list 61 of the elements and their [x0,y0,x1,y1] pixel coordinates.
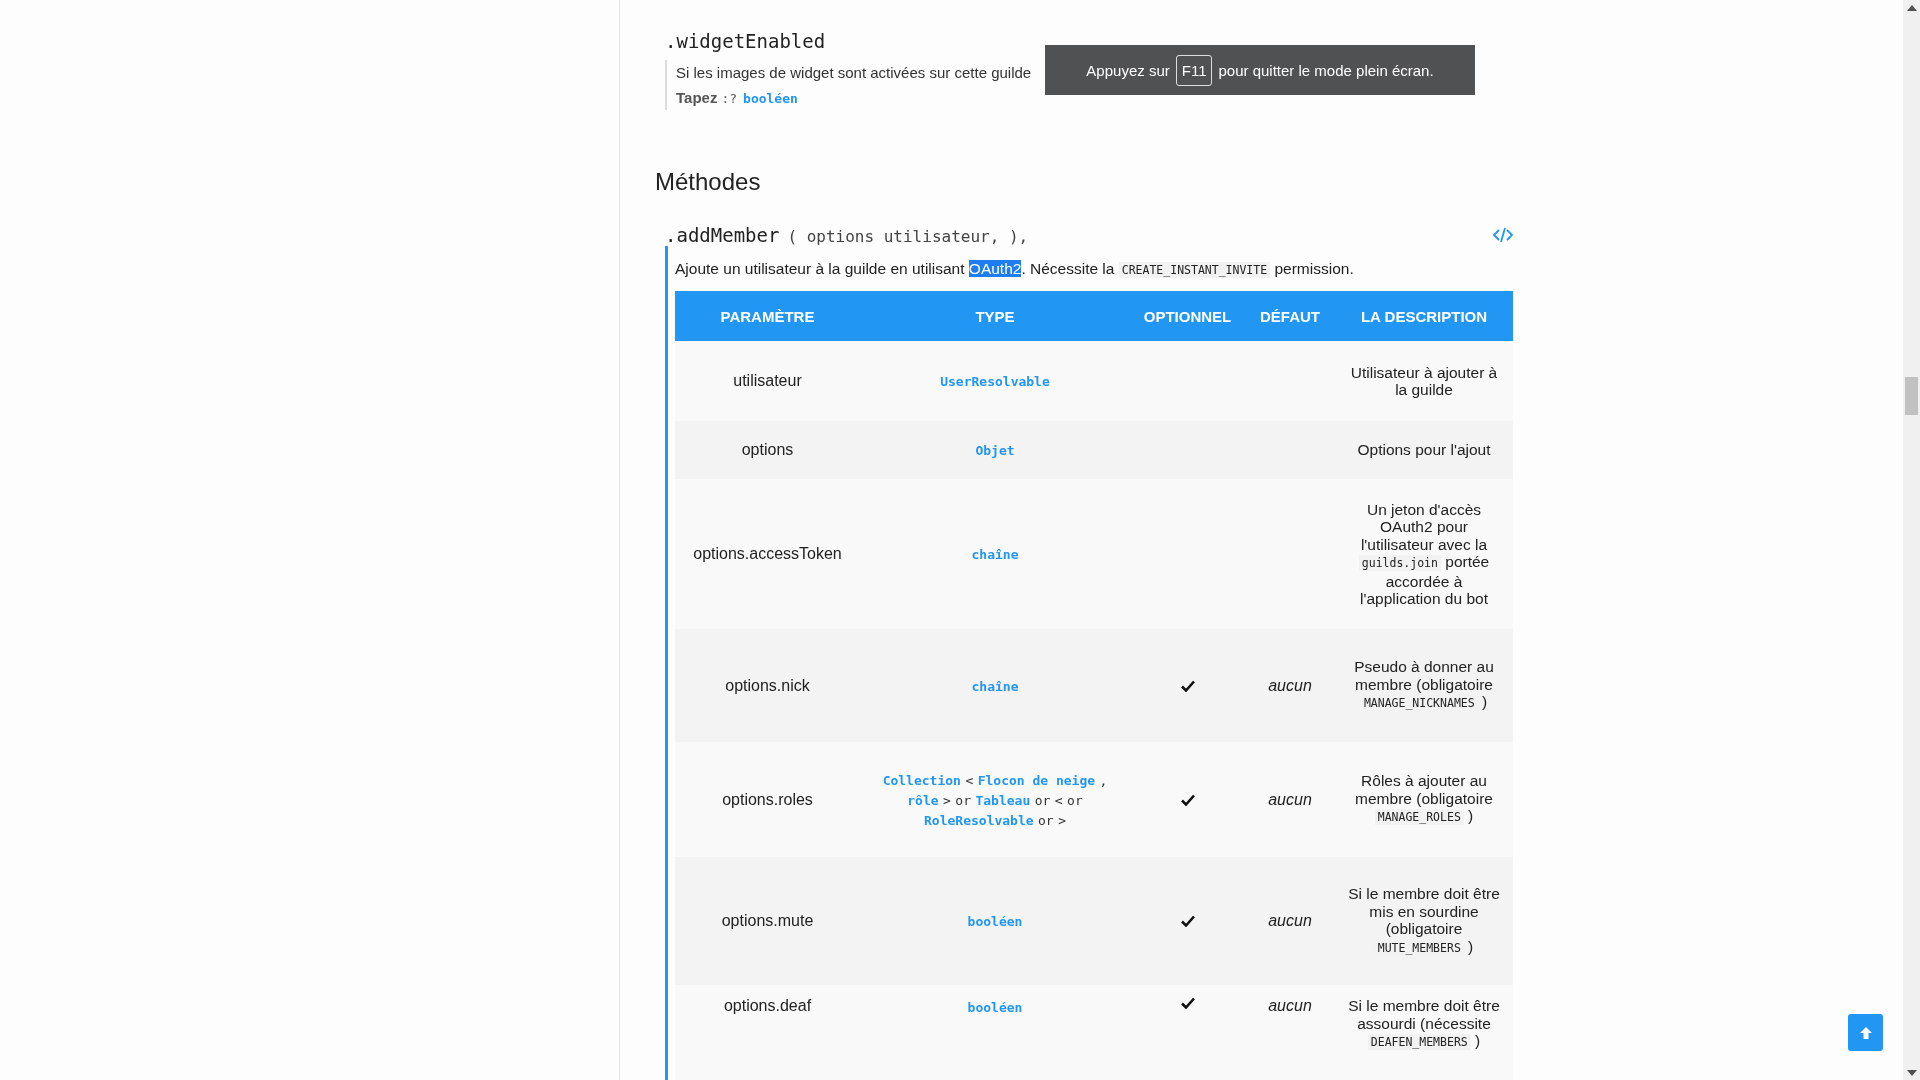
type-link[interactable]: booléen [967,1000,1023,1015]
method-name: .addMember [665,224,780,246]
type-link[interactable]: chaîne [971,678,1019,694]
method-description: Ajoute un utilisateur à la guilde en utilisant OAuth2. Nécessite la CREATE_INSTANT_INVITE permission. [675,259,1355,278]
scroll-to-top-button[interactable] [1848,1014,1883,1051]
parameter-name: options.nick [725,676,810,695]
parameter-name: options.deaf [723,997,812,1015]
parameter-description: Si le membre doit être mis en sourdine (obligatoire MUTE_MEMBERS ) [1347,885,1501,957]
type-separator: :? [721,91,738,106]
parameter-name: options.roles [722,790,813,809]
code-icon[interactable] [1493,227,1513,243]
key-cap: F11 [1175,54,1213,86]
parameter-name: options.accessToken [693,545,842,563]
scrollbar[interactable] [1903,0,1920,1080]
default-value: aucun [1268,790,1312,809]
notice-text: pour quitter le mode plein écran. [1218,61,1434,79]
type-symbol: or [1034,792,1051,808]
parameter-name: options.mute [721,912,814,930]
type-symbol: > [1058,812,1066,828]
parameter-name: utilisateur [733,372,802,390]
notice-text: Appuyez sur [1086,61,1170,79]
scroll-up-icon[interactable] [1906,5,1917,11]
property-description: Si les images de widget sont activées sur cette guilde [676,64,1032,81]
scrollbar-thumb[interactable] [1905,377,1918,415]
type-symbol: > [943,792,951,808]
default-value: aucun [1268,912,1312,930]
parameter-description: Pseudo à donner au membre (obligatoire MANAGE_NICKNAMES ) [1353,658,1495,713]
type-link[interactable]: rôle [907,792,939,808]
column-header: LA DESCRIPTION [1359,307,1489,325]
type-link[interactable]: booléen [743,91,798,106]
parameter-description: Rôles à ajouter au membre (obligatoire MANAGE_ROLES ) [1354,772,1494,827]
default-value: aucun [1268,676,1312,695]
parameter-description: Options pour l'ajout [1357,441,1491,459]
column-header: OPTIONNEL [1143,307,1232,325]
property-name: .widgetEnabled [665,30,827,52]
type-symbol: , [1099,772,1108,788]
type-link[interactable]: UserResolvable [940,374,1050,389]
type-link[interactable]: chaîne [971,547,1019,562]
type-link[interactable]: Flocon de neige [977,772,1096,788]
type-symbol: < [1054,792,1063,808]
column-header: TYPE [975,307,1015,325]
section-heading: Méthodes [655,168,762,196]
column-header: DÉFAUT [1260,307,1320,325]
type-link[interactable]: RoleResolvable [924,812,1034,828]
type-symbol: or [955,792,971,808]
default-value: aucun [1268,997,1312,1015]
type-link[interactable]: Collection [882,772,961,788]
type-link[interactable]: booléen [967,914,1023,929]
type-label: Tapez [676,89,718,106]
parameter-description: Si le membre doit être assourdi (nécessite DEAFEN_MEMBERS ) [1347,997,1501,1052]
parameter-description: Utilisateur à ajouter à la guilde [1349,363,1499,399]
type-link[interactable]: Objet [975,443,1015,458]
scroll-down-icon[interactable] [1906,1070,1917,1076]
method-signature: ( options utilisateur, ), [787,227,1029,246]
parameter-name: options [741,441,794,459]
type-symbol: < [965,772,974,788]
column-header: PARAMÈTRE [720,307,815,325]
type-symbol: or [1067,792,1083,808]
type-symbol: or [1038,812,1054,828]
type-link[interactable]: Tableau [975,792,1031,808]
parameter-description: Un jeton d'accès OAuth2 pour l'utilisateur avec la guilds.join portée accordée à l'application du bot [1357,500,1491,608]
